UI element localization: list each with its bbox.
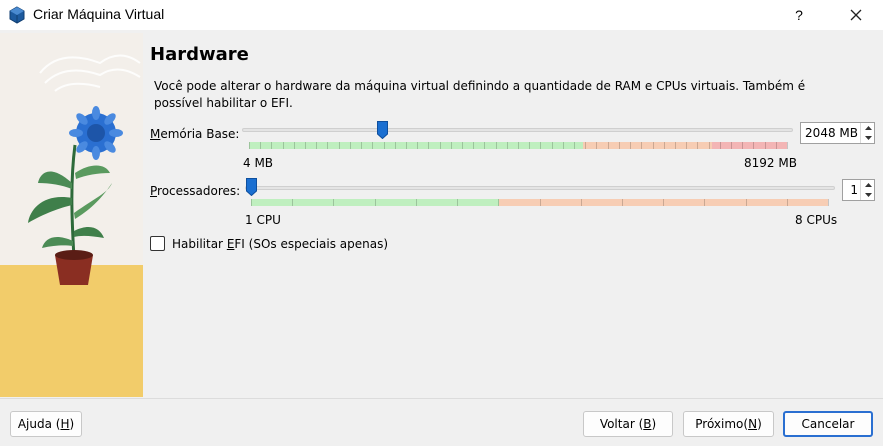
scale-tick [574, 142, 576, 149]
scale-tick [730, 142, 732, 149]
scale-tick [745, 199, 747, 206]
scale-tick [282, 142, 284, 149]
scale-tick [742, 142, 744, 149]
efi-checkbox-label[interactable]: Habilitar EFI (SOs especiais apenas) [172, 237, 388, 251]
scale-tick [607, 142, 609, 149]
scale-tick [415, 199, 417, 206]
scale-tick [484, 142, 486, 149]
scale-tick [787, 142, 788, 149]
scale-tick [417, 142, 419, 149]
chevron-down-icon[interactable] [861, 190, 875, 200]
scale-tick [473, 142, 475, 149]
scale-tick [292, 199, 294, 206]
scale-tick [457, 199, 459, 206]
scale-tick [708, 142, 710, 149]
scale-tick [361, 142, 363, 149]
memory-slider-handle[interactable] [377, 121, 388, 139]
scale-tick [580, 199, 582, 206]
scale-tick [539, 199, 541, 206]
scale-tick [327, 142, 329, 149]
memory-ticks [249, 142, 788, 149]
scale-tick [374, 199, 376, 206]
scale-tick [562, 142, 564, 149]
close-icon[interactable] [836, 0, 876, 30]
scale-tick [338, 142, 340, 149]
processors-label: Processadores: [150, 184, 241, 198]
scale-tick [333, 199, 335, 206]
chevron-up-icon[interactable] [861, 123, 875, 133]
memory-max-label: 8192 MB [744, 156, 797, 170]
memory-spinbox[interactable]: 2048 MB [800, 122, 875, 144]
cancel-button[interactable]: Cancelar [783, 411, 873, 437]
scale-tick [618, 142, 620, 149]
scale-tick [349, 142, 351, 149]
scale-tick [305, 142, 307, 149]
scale-tick [775, 142, 777, 149]
scale-tick [260, 142, 262, 149]
scale-tick [251, 199, 252, 206]
scale-tick [596, 142, 598, 149]
efi-checkbox[interactable] [150, 236, 165, 251]
wizard-illustration [0, 33, 143, 397]
scale-tick [405, 142, 407, 149]
scale-tick [495, 142, 497, 149]
scale-tick [506, 142, 508, 149]
processors-ticks [251, 199, 829, 206]
scale-tick [686, 142, 688, 149]
scale-tick [641, 142, 643, 149]
page-title: Hardware [150, 44, 249, 65]
processors-max-label: 8 CPUs [795, 213, 838, 227]
scale-tick [529, 142, 531, 149]
memory-label: Memória Base: [150, 127, 240, 141]
scale-tick [697, 142, 699, 149]
scale-tick [518, 142, 519, 149]
scale-tick [663, 142, 665, 149]
scale-tick [428, 142, 430, 149]
scale-tick [316, 142, 318, 149]
scale-tick [394, 142, 396, 149]
next-button[interactable]: Próximo(N) [683, 411, 774, 437]
scale-tick [461, 142, 463, 149]
memory-slider[interactable] [242, 128, 793, 132]
scale-tick [652, 142, 654, 149]
scale-tick [704, 199, 706, 206]
scale-tick [585, 142, 587, 149]
scale-tick [249, 142, 250, 149]
chevron-up-icon[interactable] [861, 180, 875, 190]
scale-tick [719, 142, 721, 149]
scale-tick [372, 142, 374, 149]
scale-tick [551, 142, 553, 149]
window-title: Criar Máquina Virtual [33, 6, 165, 22]
button-bar: Ajuda (H) Voltar (B) Próximo(N) Cancelar [0, 398, 883, 446]
scale-tick [674, 142, 676, 149]
page-description: Você pode alterar o hardware da máquina … [154, 79, 806, 110]
scale-tick [498, 199, 500, 206]
scale-tick [621, 199, 623, 206]
processors-value[interactable]: 1 [850, 183, 858, 197]
memory-min-label: 4 MB [243, 156, 274, 170]
title-bar: Criar Máquina Virtual ? [0, 0, 883, 30]
scale-tick [753, 142, 755, 149]
help-button[interactable]: Ajuda (H) [10, 411, 82, 437]
scale-tick [450, 142, 452, 149]
processors-slider[interactable] [245, 186, 835, 190]
processors-spinbox[interactable]: 1 [842, 179, 875, 201]
chevron-down-icon[interactable] [861, 133, 875, 143]
processors-min-label: 1 CPU [245, 213, 281, 227]
help-icon[interactable]: ? [782, 0, 816, 30]
scale-tick [271, 142, 273, 149]
scale-tick [439, 142, 441, 149]
scale-tick [383, 142, 385, 149]
virtualbox-icon [9, 6, 25, 24]
scale-tick [764, 142, 766, 149]
scale-tick [786, 199, 788, 206]
scale-tick [540, 142, 542, 149]
back-button[interactable]: Voltar (B) [583, 411, 673, 437]
scale-tick [293, 142, 295, 149]
scale-tick [828, 199, 829, 206]
scale-tick [630, 142, 632, 149]
scale-tick [663, 199, 665, 206]
memory-value[interactable]: 2048 MB [805, 126, 858, 140]
processors-slider-handle[interactable] [246, 178, 257, 196]
